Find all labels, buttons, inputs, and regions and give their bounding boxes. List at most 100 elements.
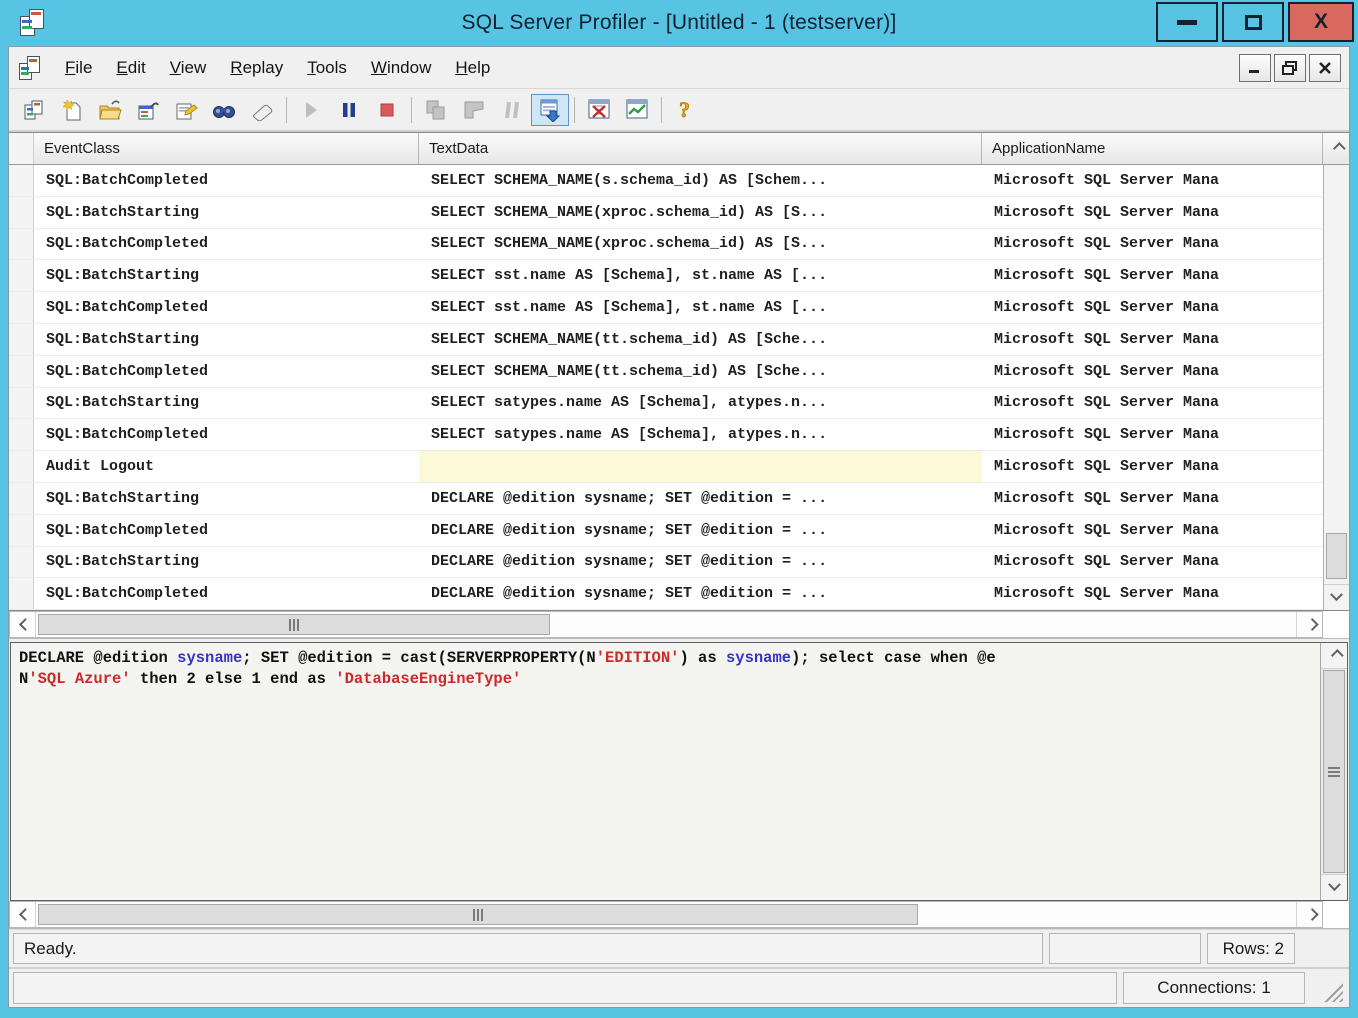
grid-vertical-scrollbar[interactable] — [1323, 165, 1349, 610]
sql-scroll-up-button[interactable] — [1321, 643, 1347, 669]
run-to-cursor-button — [455, 94, 493, 126]
chevron-right-icon — [1306, 618, 1319, 631]
new-trace-file-button[interactable] — [53, 94, 91, 126]
chevron-up-icon — [1330, 649, 1343, 662]
sql-scroll-down-button[interactable] — [1321, 874, 1347, 900]
pause-button[interactable] — [330, 94, 368, 126]
table-row[interactable]: SQL:BatchCompleted DECLARE @edition sysn… — [9, 515, 1323, 547]
menu-replay[interactable]: Replay — [218, 52, 295, 84]
app-status-bar: Connections: 1 — [9, 967, 1349, 1007]
grouped-view-icon — [587, 98, 611, 122]
sql-hscroll-thumb[interactable] — [38, 904, 918, 925]
table-row[interactable]: SQL:BatchStarting SELECT satypes.name AS… — [9, 388, 1323, 420]
toggle-breakpoint-icon — [502, 100, 522, 120]
grid-hscroll-thumb[interactable] — [38, 614, 550, 635]
grid-scroll-up-button[interactable] — [1323, 133, 1349, 164]
save-trace-button[interactable] — [129, 94, 167, 126]
table-row[interactable]: SQL:BatchCompleted SELECT SCHEMA_NAME(s.… — [9, 165, 1323, 197]
resize-grip[interactable] — [1311, 972, 1345, 1004]
stop-button[interactable] — [368, 94, 406, 126]
grid-vscroll-thumb[interactable] — [1326, 533, 1347, 579]
new-trace-file-icon — [61, 99, 83, 121]
sql-scroll-left-button[interactable] — [10, 902, 36, 927]
grid-horizontal-scrollbar[interactable] — [9, 611, 1349, 639]
sql-horizontal-scrollbar[interactable] — [9, 901, 1349, 929]
pause-icon — [341, 101, 357, 119]
column-header-textdata[interactable]: TextData — [419, 133, 982, 164]
table-row[interactable]: SQL:BatchCompleted SELECT SCHEMA_NAME(tt… — [9, 356, 1323, 388]
empty-textdata-cell — [419, 451, 982, 482]
toggle-breakpoint-button — [493, 94, 531, 126]
column-header-eventclass[interactable]: EventClass — [34, 133, 419, 164]
clear-trace-icon — [250, 99, 274, 121]
sql-text: DECLARE @edition sysname; SET @edition =… — [11, 643, 1320, 695]
sql-vscroll-thumb[interactable] — [1323, 670, 1345, 873]
execute-one-step-button — [417, 94, 455, 126]
start-replay-button — [292, 94, 330, 126]
properties-button[interactable] — [167, 94, 205, 126]
auto-scroll-button[interactable] — [531, 94, 569, 126]
table-row[interactable]: SQL:BatchStarting DECLARE @edition sysna… — [9, 547, 1323, 579]
close-button[interactable]: X — [1288, 2, 1354, 42]
menu-view[interactable]: View — [158, 52, 219, 84]
sql-vertical-scrollbar[interactable] — [1320, 643, 1347, 900]
find-button[interactable] — [205, 94, 243, 126]
mdi-minimize-button[interactable] — [1239, 54, 1271, 82]
close-icon: X — [1314, 10, 1328, 34]
toolbar-separator — [286, 97, 287, 123]
mdi-minimize-icon — [1248, 62, 1262, 74]
grid-rows: SQL:BatchCompleted SELECT SCHEMA_NAME(s.… — [9, 165, 1323, 610]
mdi-close-icon — [1318, 62, 1332, 74]
status-empty-panel — [1049, 933, 1201, 964]
table-row[interactable]: SQL:BatchCompleted DECLARE @edition sysn… — [9, 578, 1323, 610]
table-row[interactable]: SQL:BatchStarting SELECT SCHEMA_NAME(tt.… — [9, 324, 1323, 356]
minimize-button[interactable] — [1156, 2, 1218, 42]
menu-window[interactable]: Window — [359, 52, 443, 84]
column-header-applicationname[interactable]: ApplicationName — [982, 133, 1323, 164]
status-message-panel — [13, 972, 1117, 1004]
chevron-down-icon — [1328, 878, 1341, 891]
grouped-view-button[interactable] — [580, 94, 618, 126]
window-title: SQL Server Profiler - [Untitled - 1 (tes… — [0, 11, 1358, 35]
chevron-left-icon — [19, 908, 32, 921]
table-row[interactable]: SQL:BatchCompleted SELECT sst.name AS [S… — [9, 292, 1323, 324]
properties-icon — [174, 99, 198, 121]
table-row[interactable]: SQL:BatchStarting SELECT sst.name AS [Sc… — [9, 260, 1323, 292]
menu-help[interactable]: Help — [443, 52, 502, 84]
status-rows-count: Rows: 2 — [1207, 933, 1295, 964]
new-trace-button[interactable] — [15, 94, 53, 126]
stop-icon — [379, 102, 395, 118]
sql-scroll-right-button[interactable] — [1296, 902, 1322, 927]
sql-detail-pane[interactable]: DECLARE @edition sysname; SET @edition =… — [10, 642, 1348, 901]
execute-one-step-icon — [424, 99, 448, 121]
maximize-button[interactable] — [1222, 2, 1284, 42]
save-trace-icon — [136, 99, 160, 121]
table-row[interactable]: SQL:BatchStarting DECLARE @edition sysna… — [9, 483, 1323, 515]
svg-text:?: ? — [679, 98, 690, 122]
open-trace-button[interactable] — [91, 94, 129, 126]
aggregate-view-button[interactable] — [618, 94, 656, 126]
start-replay-icon — [302, 100, 320, 120]
chevron-up-icon — [1332, 142, 1345, 155]
minimize-icon — [1177, 20, 1197, 25]
menu-bar: File Edit View Replay Tools Window Help — [9, 47, 1349, 89]
table-row[interactable]: SQL:BatchCompleted SELECT satypes.name A… — [9, 419, 1323, 451]
grid-scroll-right-button[interactable] — [1296, 612, 1322, 637]
mdi-restore-button[interactable] — [1274, 54, 1306, 82]
grid-scroll-left-button[interactable] — [10, 612, 36, 637]
mdi-document-icon — [19, 55, 43, 81]
menu-edit[interactable]: Edit — [104, 52, 157, 84]
table-row[interactable]: SQL:BatchCompleted SELECT SCHEMA_NAME(xp… — [9, 229, 1323, 261]
mdi-close-button[interactable] — [1309, 54, 1341, 82]
toolbar: ? — [9, 89, 1349, 132]
grid-scroll-down-button[interactable] — [1324, 584, 1349, 610]
menu-tools[interactable]: Tools — [295, 52, 359, 84]
clear-trace-button[interactable] — [243, 94, 281, 126]
help-button[interactable]: ? — [667, 94, 705, 126]
chevron-down-icon — [1330, 588, 1343, 601]
trace-grid: EventClass TextData ApplicationName SQL:… — [9, 132, 1349, 611]
table-row[interactable]: SQL:BatchStarting SELECT SCHEMA_NAME(xpr… — [9, 197, 1323, 229]
menu-file[interactable]: File — [53, 52, 104, 84]
toolbar-separator — [411, 97, 412, 123]
table-row-audit-logout[interactable]: Audit Logout Microsoft SQL Server Mana — [9, 451, 1323, 483]
